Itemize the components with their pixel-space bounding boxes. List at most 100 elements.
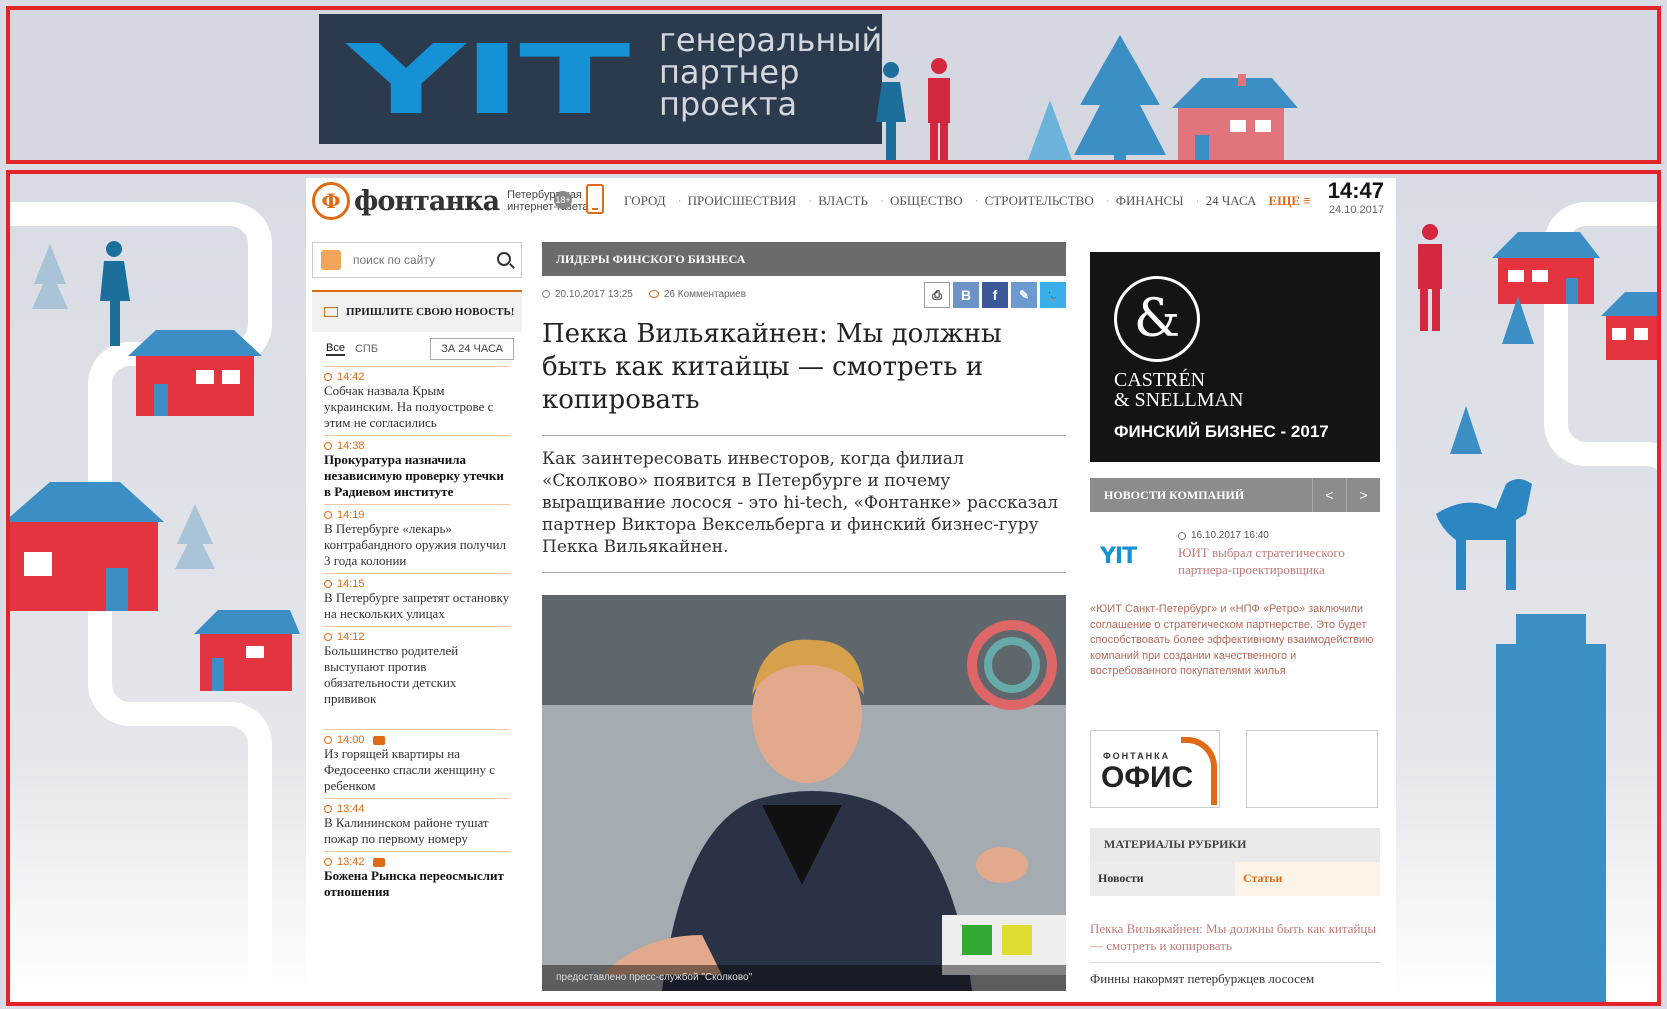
clock-icon [324,633,332,641]
search-icon[interactable] [497,252,511,266]
nav-separator: · [677,193,682,207]
search-input[interactable] [353,253,483,267]
next-button[interactable]: > [1346,478,1380,512]
news-list-item[interactable]: 14:38 Прокуратура назначила независимую п… [324,435,510,500]
clock-icon [324,511,332,519]
article-lead: Как заинтересовать инвесторов, когда фил… [542,435,1066,573]
article-datetime: 20.10.2017 13:25 [555,288,633,300]
clock: 14:47 24.10.2017 [1328,178,1384,216]
send-news-button[interactable]: ПРИШЛИТЕ СВОЮ НОВОСТЬ! [312,290,522,332]
site-logo[interactable]: Ф фонтанка Петербургская интернет-газета [312,182,588,220]
news-title[interactable]: Собчак назвала Крым украинским. На полуо… [324,383,510,431]
nav-item-society[interactable]: ОБЩЕСТВО [890,193,963,209]
clock-icon [324,442,332,450]
promo-row: ФОНТАНКА ОФИС [1090,729,1380,808]
vk-icon[interactable]: B [953,282,979,308]
tab-articles[interactable]: Статьи [1235,861,1380,896]
facebook-icon[interactable]: f [982,282,1008,308]
logo-subtitle: Петербургская интернет-газета [507,189,589,213]
livejournal-icon[interactable]: ✎ [1011,282,1037,308]
company-news-body: «ЮИТ Санкт-Петербург» и «НПФ «Ретро» зак… [1090,603,1374,677]
news-title[interactable]: В Петербурге «лекарь» контрабандного ору… [324,521,510,569]
company-news-title: НОВОСТИ КОМПАНИЙ [1104,487,1245,502]
tab-spb[interactable]: СПБ [355,343,378,355]
news-time: 14:15 [324,578,510,590]
comment-icon [648,290,659,298]
right-column: & CASTRÉN & SNELLMAN ФИНСКИЙ БИЗНЕС - 201… [1090,252,1380,1002]
site-header: Ф фонтанка Петербургская интернет-газета … [306,178,1396,228]
news-list-item[interactable]: 14:19 В Петербурге «лекарь» контрабандног… [324,504,510,569]
yit-small-logo: YIT [1100,544,1137,569]
office-arc-icon [1181,736,1217,805]
news-list-item[interactable]: 13:44 В Калининском районе тушат пожар по… [324,798,510,847]
nav-item-incidents[interactable]: ПРОИСШЕСТВИЯ [688,193,797,209]
clock-icon [324,736,332,744]
share-buttons: ⎙ B f ✎ 🐦 [921,282,1066,308]
top-banner[interactable]: YIT генеральный партнер проекта [6,6,1661,164]
photo-caption: предоставлено пресс-службой "Сколково" [542,965,1066,991]
news-list: 14:42 Собчак назвала Крым украинским. На … [312,366,522,900]
main-nav: ГОРОД · ПРОИСШЕСТВИЯ · ВЛАСТЬ · ОБЩЕСТВО · С… [624,193,1323,209]
castren-logo-icon: & [1114,276,1200,362]
age-badge: 18+ [554,191,572,209]
article-photo[interactable]: предоставлено пресс-службой "Сколково" [542,595,1066,991]
mobile-phone-icon[interactable] [586,184,604,214]
news-feed-column: ПРИШЛИТЕ СВОЮ НОВОСТЬ! Все СПБ ЗА 24 ЧАС… [312,242,522,1002]
news-list-item[interactable]: 14:00 Из горящей квартиры на Федосеенко с… [324,729,510,794]
castren-snellman-ad[interactable]: & CASTRÉN & SNELLMAN ФИНСКИЙ БИЗНЕС - 201… [1090,252,1380,462]
news-title[interactable]: Из горящей квартиры на Федосеенко спасли… [324,746,510,794]
search-logo-icon [321,250,341,270]
news-title[interactable]: В Петербурге запретят остановку на неско… [324,590,510,622]
news-title[interactable]: Большинство родителей выступают против о… [324,643,510,707]
news-title[interactable]: В Калининском районе тушат пожар по перв… [324,815,510,847]
ad-title: ФИНСКИЙ БИЗНЕС - 2017 [1114,422,1329,441]
news-time: 14:12 [324,631,510,643]
yit-logo: YIT [347,24,630,136]
clock-icon [324,373,332,381]
tab-all[interactable]: Все [326,342,345,356]
article-comments-link[interactable]: 26 Комментариев [664,289,746,300]
nav-separator: · [974,193,979,207]
company-news-header: НОВОСТИ КОМПАНИЙ < > [1090,478,1380,512]
news-time: 13:42 [324,856,510,868]
article-title: Пекка Вильякайнен: Мы должны быть как ки… [542,319,1002,415]
tab-news[interactable]: Новости [1090,861,1235,896]
news-time: 13:44 [324,803,510,815]
article-photo-image [542,595,1066,991]
clock-icon [1178,531,1186,540]
clock-icon [324,858,332,866]
twitter-icon[interactable]: 🐦 [1040,282,1066,308]
news-time: 14:38 [324,440,510,452]
article-rubric[interactable]: ЛИДЕРЫ ФИНСКОГО БИЗНЕСА [542,242,1066,276]
news-title[interactable]: Божена Рынска переосмыслит отношения [324,868,510,900]
company-news-headline[interactable]: ЮИТ выбрал стратегического партнера-прое… [1178,544,1378,578]
fontanka-logo-icon: Ф [312,182,350,220]
prev-button[interactable]: < [1312,478,1346,512]
news-list-item[interactable]: 14:15 В Петербурге запретят остановку на … [324,573,510,622]
print-icon[interactable]: ⎙ [924,282,950,308]
nav-item-finance[interactable]: ФИНАНСЫ [1116,193,1184,209]
nav-more-button[interactable]: ЕЩЕ ≡ [1268,193,1310,209]
nav-item-24h[interactable]: 24 ЧАСА [1206,193,1257,209]
news-list-item[interactable]: 14:42 Собчак назвала Крым украинским. На … [324,366,510,431]
fontanka-office-ad[interactable]: ФОНТАНКА ОФИС [1090,729,1220,808]
news-title[interactable]: Прокуратура назначила независимую провер… [324,452,510,500]
nav-separator: · [1195,193,1200,207]
news-time: 14:42 [324,371,510,383]
office-ad-big: ОФИС [1101,760,1194,794]
camera-icon [372,857,385,867]
nav-item-construction[interactable]: СТРОИТЕЛЬСТВО [985,193,1094,209]
rubric-link[interactable]: Финны накормят петербуржцев лососем [1090,971,1380,987]
company-news-date: 16.10.2017 16:40 [1178,530,1269,541]
envelope-icon [324,307,338,317]
nav-item-power[interactable]: ВЛАСТЬ [818,193,868,209]
nav-item-gorod[interactable]: ГОРОД [624,193,666,209]
tab-24-hours[interactable]: ЗА 24 ЧАСА [430,338,514,360]
company-news-item[interactable]: YIT 16.10.2017 16:40 ЮИТ выбрал стратеги… [1090,522,1380,592]
office-ad-small: ФОНТАНКА [1103,750,1171,761]
news-list-item[interactable]: 14:12 Большинство родителей выступают про… [324,626,510,707]
yit-partner-ad[interactable]: YIT генеральный партнер проекта [319,14,882,144]
news-list-item[interactable]: 13:42 Божена Рынска переосмыслит отношени… [324,851,510,900]
blank-ad[interactable] [1246,729,1378,808]
rubric-link[interactable]: Пекка Вильякайнен: Мы должны быть как ки… [1090,920,1380,963]
